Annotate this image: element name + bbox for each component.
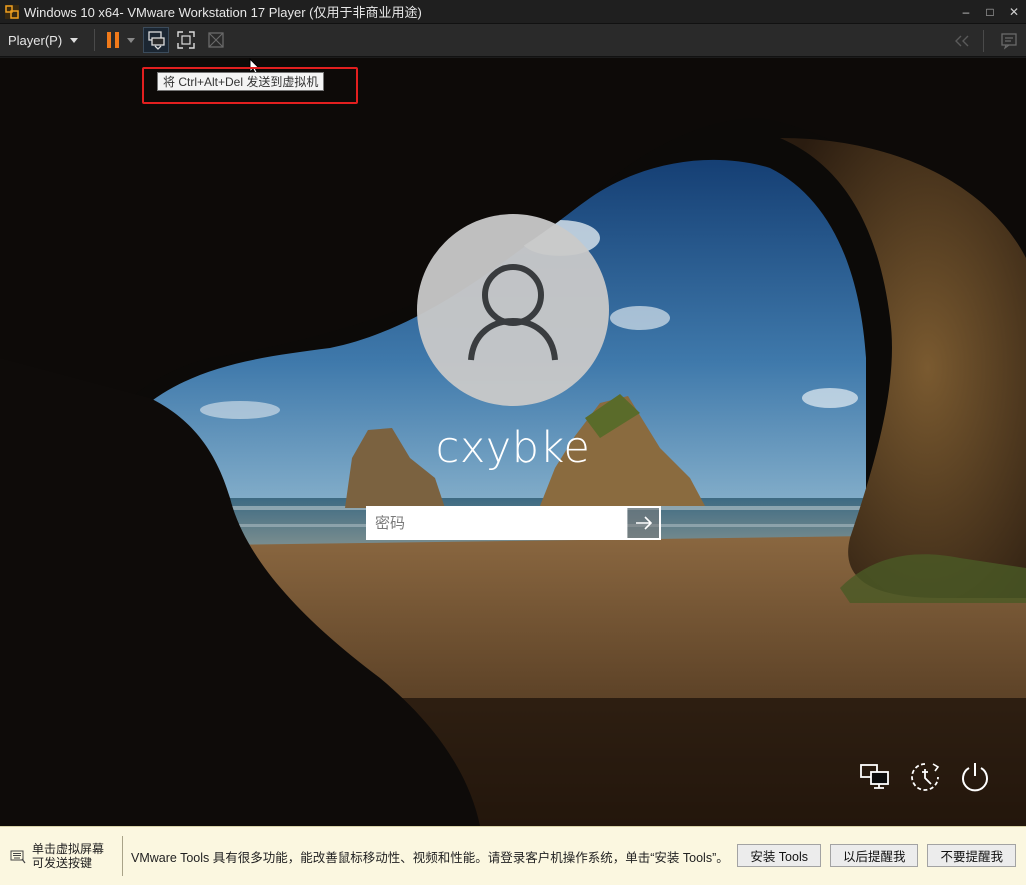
pause-menu-chevron-icon[interactable] [127,37,136,43]
chevron-down-icon [70,37,79,43]
message-log-button[interactable] [996,28,1022,54]
player-menu[interactable]: Player(P) [0,23,86,57]
lockscreen-actions [858,760,992,794]
infobar-buttons: 安装 Tools 以后提醒我 不要提醒我 [737,844,1016,867]
double-chevron-left-icon [955,35,969,47]
maximize-icon: □ [986,4,994,19]
title-bar: Windows 10 x64- VMware Workstation 17 Pl… [0,0,1026,23]
power-icon [962,763,988,792]
send-ctrl-alt-del-button[interactable] [143,27,170,53]
toolbar-right-divider [983,30,984,52]
username: cxybke [435,423,591,473]
fullscreen-button[interactable] [173,27,199,53]
ease-of-access-button[interactable] [908,760,942,794]
user-icon [468,264,558,361]
close-icon: ✕ [1008,4,1020,19]
unity-icon [208,32,224,48]
arrow-right-icon [635,516,652,530]
window-title: Windows 10 x64- VMware Workstation 17 Pl… [24,5,422,20]
vm-screen[interactable]: cxybke [0,58,1026,826]
remind-later-button[interactable]: 以后提醒我 [829,844,919,867]
toolbar: Player(P) [0,23,1026,57]
pause-button[interactable] [103,23,139,57]
vmware-tools-infobar: 单击虚拟屏幕 可发送按键 VMware Tools 具有很多功能，能改善鼠标移动… [0,826,1026,885]
fullscreen-icon [177,31,195,49]
never-remind-button[interactable]: 不要提醒我 [927,844,1016,867]
click-hint: 单击虚拟屏幕 可发送按键 [32,842,116,870]
vmware-logo-icon [5,4,19,19]
install-tools-button[interactable]: 安装 Tools [737,844,821,867]
avatar [417,214,609,406]
password-input[interactable] [368,508,627,538]
infobar-divider [122,836,123,876]
collapse-toolbar-button[interactable] [949,28,975,54]
network-button[interactable] [858,760,892,794]
tools-message: VMware Tools 具有很多功能，能改善鼠标移动性、视频和性能。请登录客户… [131,850,729,865]
highlight-annotation [142,67,358,104]
toolbar-right [945,24,1026,58]
minimize-button[interactable]: – [954,0,978,23]
power-button[interactable] [958,760,992,794]
click-hint-line2: 可发送按键 [32,856,93,870]
keyboard-icon [10,850,26,864]
send-ctrl-alt-del-icon [148,31,165,50]
close-button[interactable]: ✕ [1002,0,1026,23]
pause-icon [107,32,120,48]
window-controls: – □ ✕ [954,0,1026,23]
minimize-icon: – [962,4,970,19]
unity-button[interactable] [203,27,229,53]
player-menu-label: Player(P) [8,32,63,48]
submit-button[interactable] [627,508,659,538]
network-icon [860,764,889,789]
maximize-button[interactable]: □ [978,0,1002,23]
ease-of-access-icon [911,763,940,791]
click-hint-line1: 单击虚拟屏幕 [32,842,105,856]
toolbar-divider [94,29,96,51]
password-box [366,506,661,540]
message-log-icon [1001,33,1017,50]
